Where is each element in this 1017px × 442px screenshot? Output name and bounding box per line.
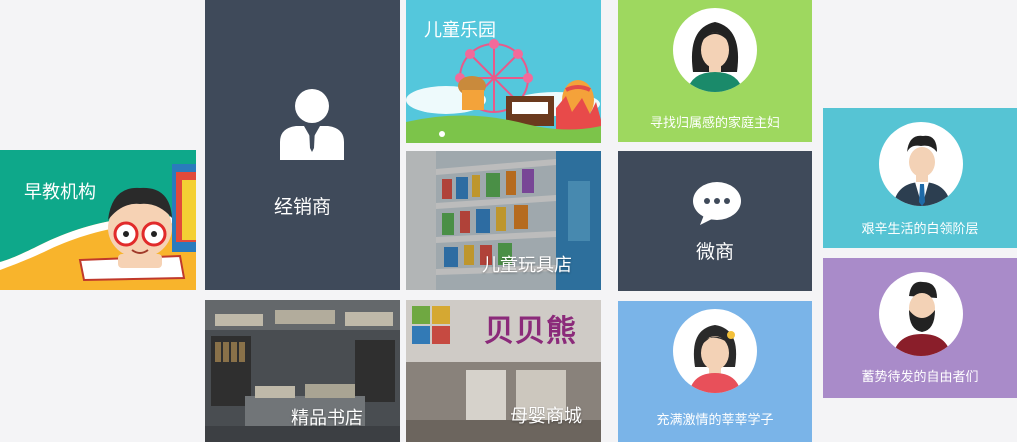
- toy-store-label: 儿童玩具店: [482, 255, 572, 276]
- housewife-avatar: [673, 8, 757, 92]
- baby-mall-label: 母婴商城: [510, 406, 582, 427]
- student-avatar: [673, 309, 757, 393]
- bookstore-label: 精品书店: [291, 408, 363, 429]
- early-education-illustration: [0, 150, 196, 282]
- tile-dealer[interactable]: 经销商: [205, 0, 400, 290]
- housewife-label: 寻找归属感的家庭主妇: [649, 116, 780, 131]
- baby-mall-sign-text: 贝贝熊: [484, 314, 577, 349]
- tile-early-education[interactable]: 早教机构: [0, 150, 196, 290]
- freelancer-avatar: [879, 272, 963, 356]
- kids-park-label: 儿童乐园: [424, 20, 496, 41]
- students-label: 充满激情的莘莘学子: [656, 413, 774, 428]
- tile-baby-mall[interactable]: 贝贝熊 母婴商城: [406, 300, 601, 442]
- tile-students[interactable]: 充满激情的莘莘学子: [618, 301, 812, 442]
- wechat-shop-label: 微商: [695, 241, 734, 263]
- tile-kids-park[interactable]: 儿童乐园: [406, 0, 601, 143]
- tile-boutique-bookstore[interactable]: 精品书店: [205, 300, 400, 442]
- tile-housewife[interactable]: 寻找归属感的家庭主妇: [618, 0, 812, 142]
- tile-freelancers[interactable]: 蓄势待发的自由者们: [823, 258, 1017, 398]
- dealer-label: 经销商: [273, 196, 331, 218]
- tile-wechat-shop[interactable]: 微商: [618, 151, 812, 291]
- chat-bubble-icon: [693, 182, 741, 225]
- person-icon: [280, 89, 344, 160]
- tile-toy-store[interactable]: 儿童玩具店: [406, 151, 601, 290]
- white-collar-label: 艰辛生活的白领阶层: [861, 222, 979, 237]
- tile-white-collar[interactable]: 艰辛生活的白领阶层: [823, 108, 1017, 248]
- white-collar-avatar: [879, 122, 963, 206]
- early-education-label: 早教机构: [24, 182, 96, 203]
- freelancers-label: 蓄势待发的自由者们: [861, 370, 979, 385]
